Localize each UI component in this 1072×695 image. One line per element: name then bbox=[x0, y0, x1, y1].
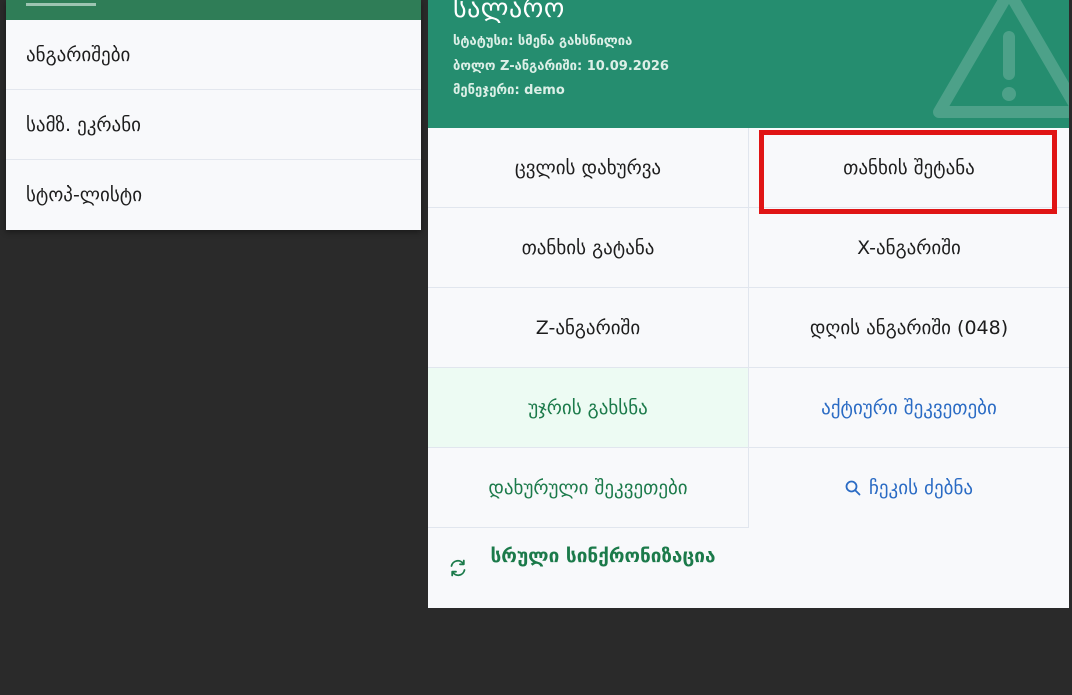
x-report-button[interactable]: X-ანგარიში bbox=[749, 208, 1069, 288]
panel-title: სალარო bbox=[453, 0, 565, 24]
menu-item-reports[interactable]: ანგარიშები bbox=[6, 20, 421, 90]
menu-item-stop-list[interactable]: სტოპ-ლისტი bbox=[6, 160, 421, 230]
last-z-report-text: ბოლო Z-ანგარიში: 10.09.2026 bbox=[453, 59, 669, 74]
shift-status-text: სტატუსი: სმენა გახსნილია bbox=[453, 34, 633, 49]
cash-out-button[interactable]: თანხის გატანა bbox=[428, 208, 749, 288]
warning-triangle-icon bbox=[933, 0, 1069, 118]
sync-icon bbox=[450, 559, 466, 577]
panel-header: სალარო სტატუსი: სმენა გახსნილია ბოლო Z-ა… bbox=[428, 0, 1069, 128]
left-dropdown-menu: ანგარიშები სამზ. ეკრანი სტოპ-ლისტი bbox=[6, 0, 421, 230]
closed-orders-button[interactable]: დახურული შეკვეთები bbox=[428, 448, 749, 528]
check-search-label: ჩეკის ძებნა bbox=[868, 477, 974, 499]
cash-register-panel: სალარო სტატუსი: სმენა გახსნილია ბოლო Z-ა… bbox=[428, 0, 1069, 608]
full-sync-label: სრული სინქრონიზაცია bbox=[490, 545, 716, 567]
z-report-button[interactable]: Z-ანგარიში bbox=[428, 288, 749, 368]
search-icon bbox=[845, 480, 861, 496]
manager-text: მენეჯერი: demo bbox=[453, 83, 565, 98]
close-shift-button[interactable]: ცვლის დახურვა bbox=[428, 128, 749, 208]
menu-item-kitchen-screen[interactable]: სამზ. ეკრანი bbox=[6, 90, 421, 160]
check-search-button[interactable]: ჩეკის ძებნა bbox=[749, 448, 1069, 528]
day-report-button[interactable]: დღის ანგარიში (048) bbox=[749, 288, 1069, 368]
cash-in-button[interactable]: თანხის შეტანა bbox=[749, 128, 1069, 208]
open-drawer-button[interactable]: უჯრის გახსნა bbox=[428, 368, 749, 448]
menu-active-item-peek bbox=[26, 0, 96, 6]
menu-active-item-bar[interactable] bbox=[6, 0, 421, 20]
active-orders-button[interactable]: აქტიური შეკვეთები bbox=[749, 368, 1069, 448]
full-sync-button[interactable]: სრული სინქრონიზაცია bbox=[428, 528, 749, 608]
